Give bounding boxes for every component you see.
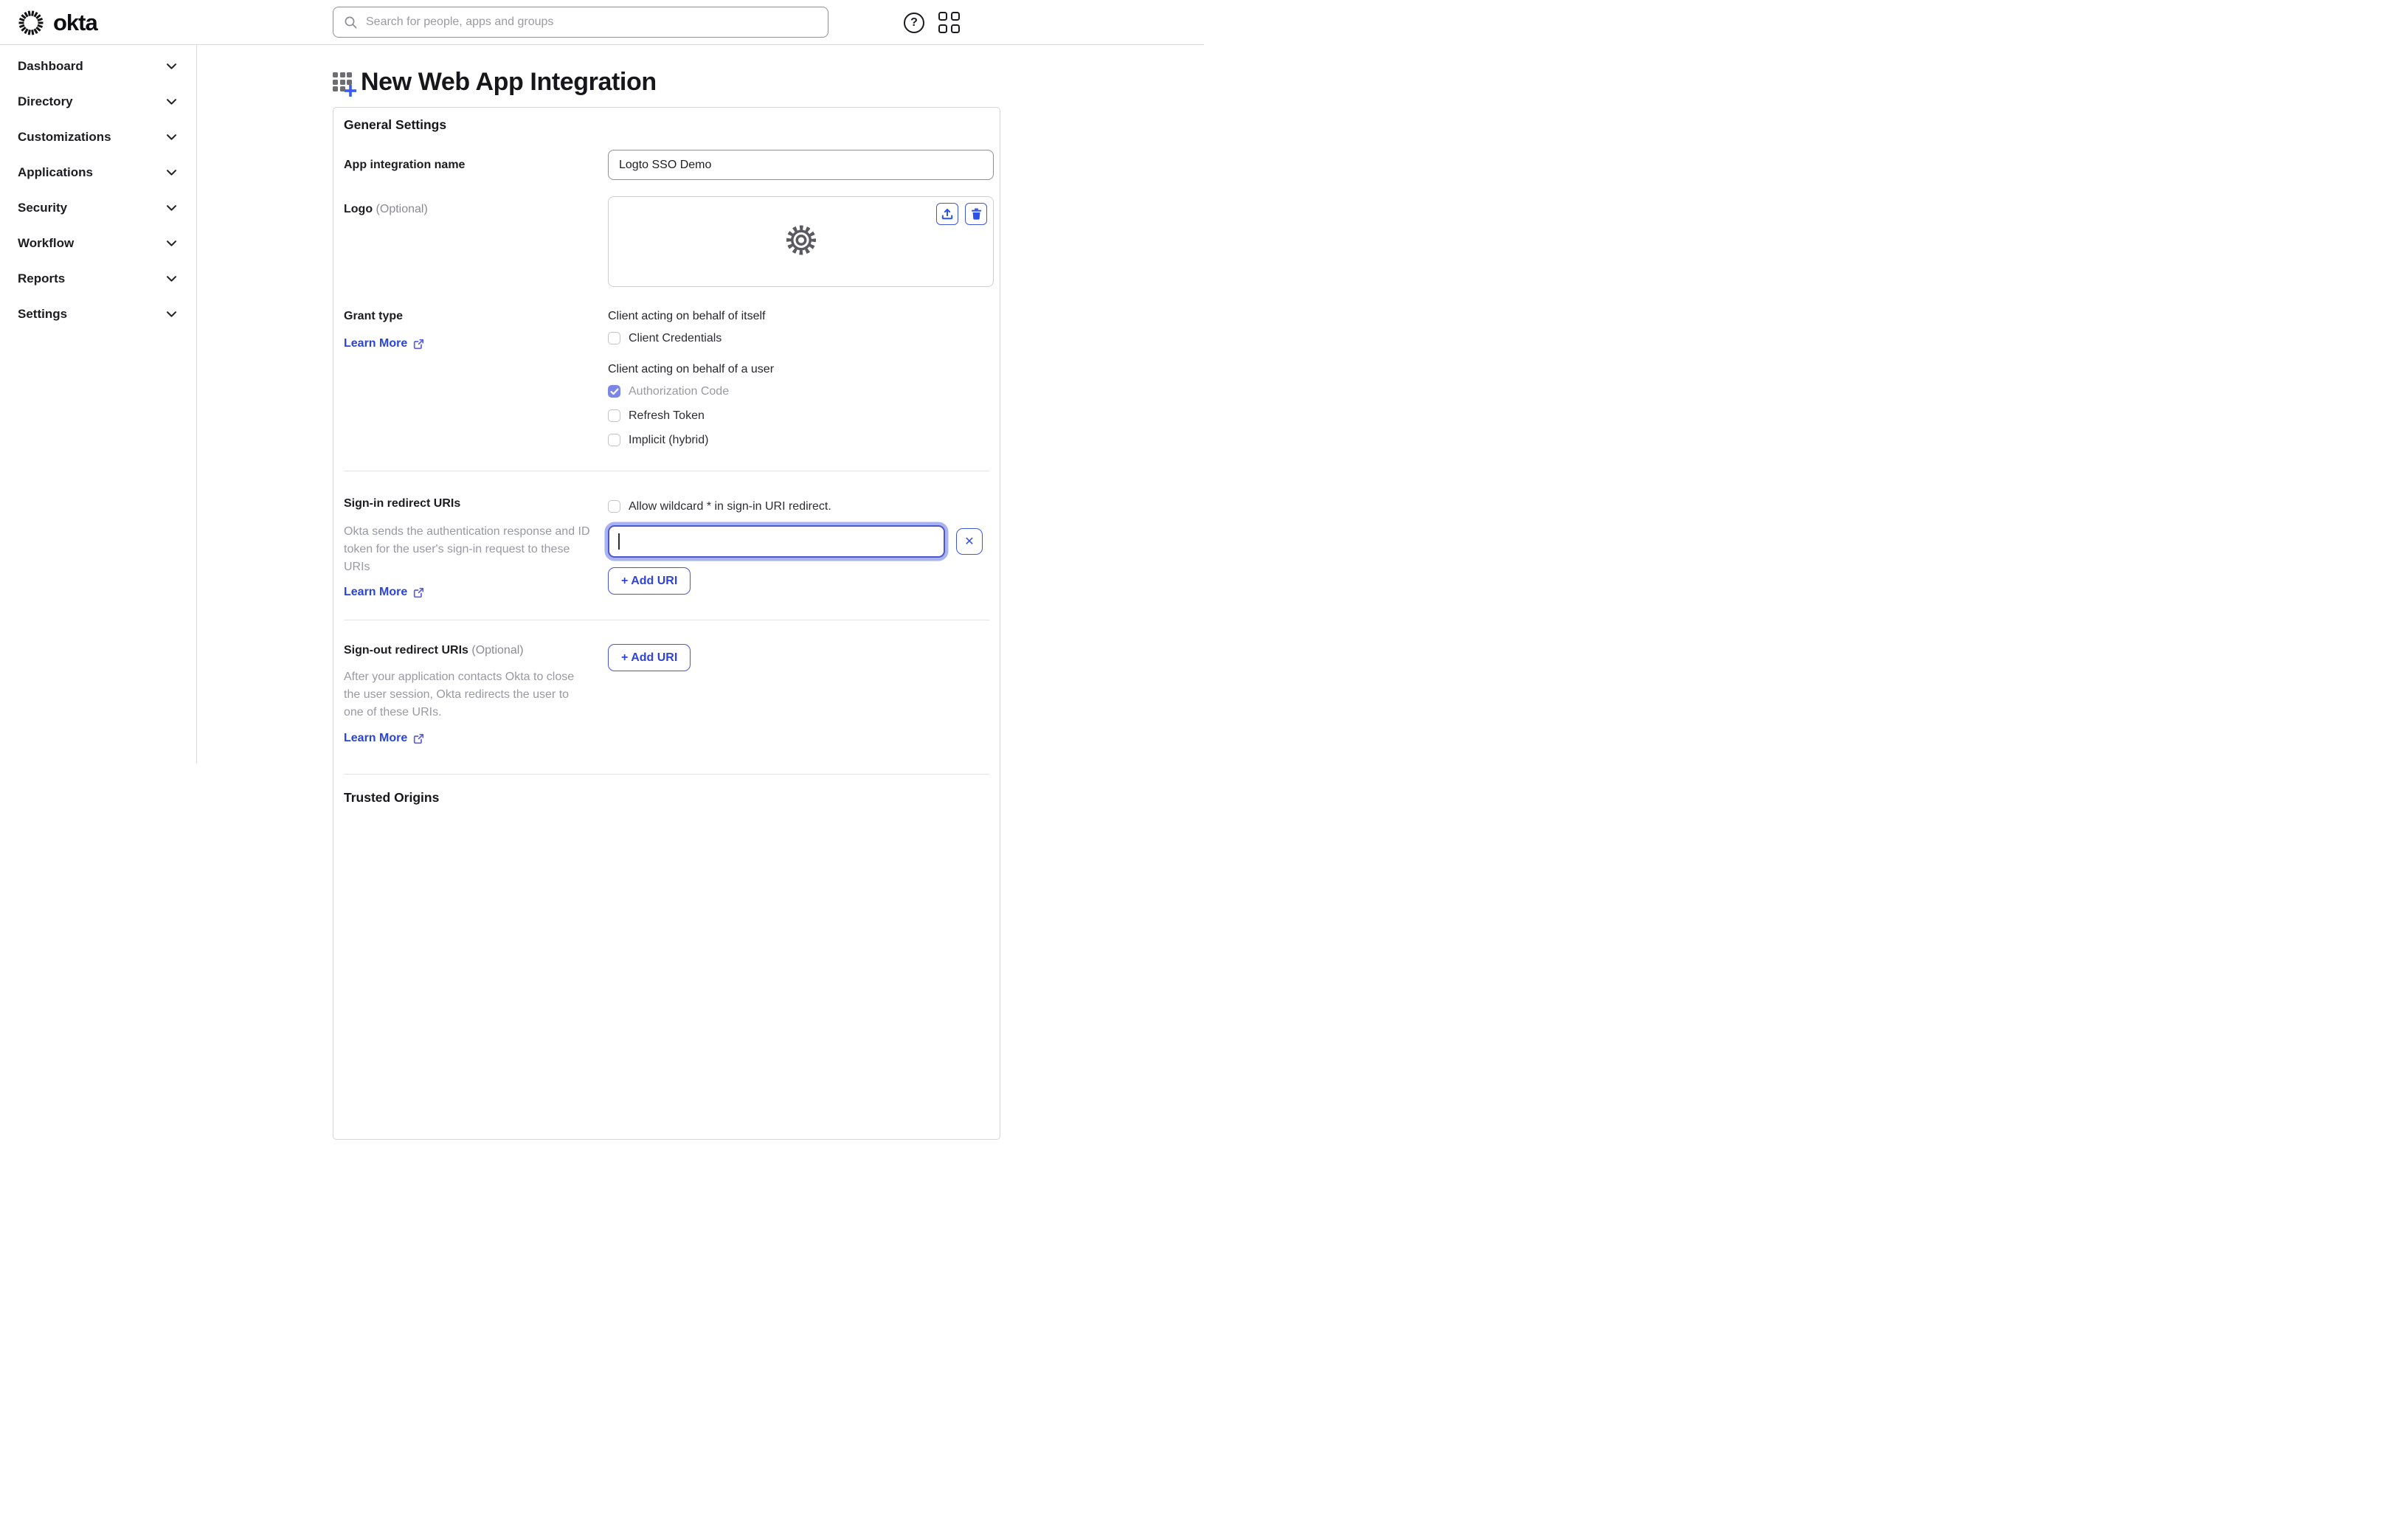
okta-wordmark: okta [53,9,98,35]
upload-logo-button[interactable] [936,203,958,225]
top-bar: okta ? [0,0,1204,45]
delete-logo-button[interactable] [965,203,987,225]
chevron-down-icon [167,170,176,176]
signin-learn-more-link[interactable]: Learn More [344,586,424,599]
signout-optional-label: (Optional) [471,644,524,657]
sidebar-item-reports[interactable]: Reports [0,261,196,297]
header-actions: ? [904,0,961,45]
sidebar-item-dashboard[interactable]: Dashboard [0,49,196,84]
new-app-grid-plus-icon [333,72,356,97]
add-signin-uri-button[interactable]: + Add URI [608,567,691,595]
signout-uris-row: Sign-out redirect URIs (Optional) After … [344,620,989,745]
grid-square [951,11,960,21]
checkbox-unchecked[interactable] [608,500,620,513]
chevron-down-icon [167,63,176,69]
chevron-down-icon [167,99,176,105]
chevron-down-icon [167,311,176,317]
app-name-label: App integration name [344,158,466,171]
grant-learn-more-link[interactable]: Learn More [344,337,424,350]
search-input[interactable] [366,15,817,29]
sidebar-item-workflow[interactable]: Workflow [0,226,196,261]
question-mark-icon: ? [910,15,918,29]
page-title: New Web App Integration [361,68,657,96]
checkbox-unchecked[interactable] [608,409,620,422]
grant-option-authorization-code[interactable]: Authorization Code [608,382,989,401]
grant-type-label: Grant type [344,310,404,322]
grant-option-client-credentials[interactable]: Client Credentials [608,329,989,347]
section-heading-trusted-origins: Trusted Origins [344,790,440,805]
section-heading-general: General Settings [344,117,447,132]
sidebar-item-security[interactable]: Security [0,190,196,226]
external-link-icon [414,587,424,598]
grant-option-implicit-hybrid[interactable]: Implicit (hybrid) [608,431,989,449]
grid-square [938,24,947,33]
text-caret [618,533,620,550]
general-settings-card: General Settings App integration name Lo… [333,107,1000,1140]
signin-uris-row: Sign-in redirect URIs Okta sends the aut… [344,471,989,599]
default-app-gear-icon [785,224,817,260]
check-icon [609,387,619,395]
close-icon: ✕ [964,536,975,548]
logo-label: Logo (Optional) [344,203,428,215]
search-icon [345,16,357,28]
grant-option-refresh-token[interactable]: Refresh Token [608,406,989,425]
okta-logo: okta [18,0,98,45]
main-content: New Web App Integration General Settings… [197,45,1204,1140]
chevron-down-icon [167,134,176,140]
apps-grid-button[interactable] [938,11,961,34]
signout-uris-helper: After your application contacts Okta to … [344,671,575,719]
remove-uri-button[interactable]: ✕ [956,528,983,555]
checkbox-checked[interactable] [608,385,620,398]
chevron-down-icon [167,240,176,246]
logo-optional-label: (Optional) [376,203,428,215]
add-signout-uri-button[interactable]: + Add URI [608,644,691,671]
sidebar-item-customizations[interactable]: Customizations [0,120,196,155]
signout-uris-label: Sign-out redirect URIs (Optional) [344,644,524,657]
grid-square [938,11,947,21]
sidebar-item-settings[interactable]: Settings [0,297,196,332]
grant-type-row: Grant type Learn More Client acting on b… [344,310,989,449]
okta-sunburst-icon [18,10,44,35]
app-name-row: App integration name [344,150,994,180]
signin-uri-input[interactable] [608,525,945,558]
help-button[interactable]: ? [904,12,924,33]
sidebar-item-directory[interactable]: Directory [0,84,196,120]
grid-square [951,24,960,33]
sidebar-nav: Dashboard Directory Customizations Appli… [0,45,197,764]
chevron-down-icon [167,276,176,282]
checkbox-unchecked[interactable] [608,434,620,446]
upload-icon [941,208,953,220]
grant-group-user-label: Client acting on behalf of a user [608,363,775,375]
signout-learn-more-link[interactable]: Learn More [344,732,424,745]
global-search[interactable] [333,7,828,38]
signin-uris-label: Sign-in redirect URIs [344,497,461,510]
signin-uris-helper: Okta sends the authentication response a… [344,525,590,573]
logo-upload-dropzone[interactable] [608,196,994,287]
trash-icon [971,208,981,220]
wildcard-checkbox-row[interactable]: Allow wildcard * in sign-in URI redirect… [608,497,989,516]
checkbox-unchecked[interactable] [608,332,620,344]
external-link-icon [414,733,424,744]
app-name-input[interactable] [608,150,994,180]
grant-group-itself-label: Client acting on behalf of itself [608,310,766,322]
logo-row: Logo (Optional) [344,196,994,287]
chevron-down-icon [167,205,176,211]
external-link-icon [414,339,424,349]
section-divider [344,774,989,775]
sidebar-item-applications[interactable]: Applications [0,155,196,190]
